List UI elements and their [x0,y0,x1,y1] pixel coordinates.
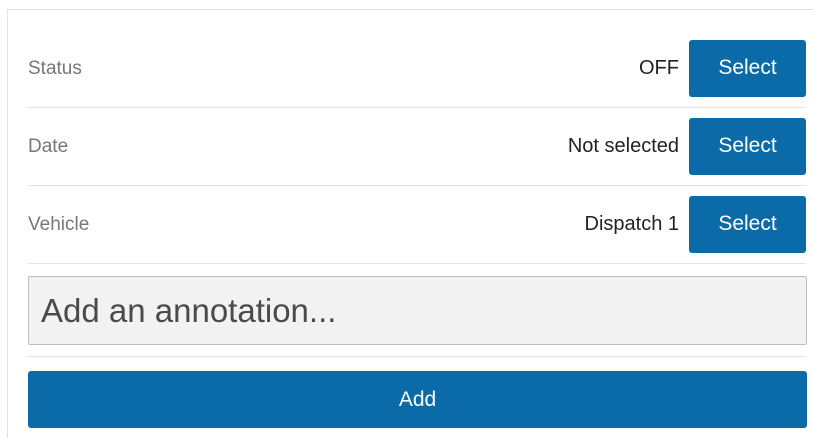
date-value: Not selected [567,135,679,157]
date-label: Date [28,135,69,157]
date-row: Date Not selected Select [28,108,806,186]
annotation-panel: Status OFF Select Date Not selected Sele… [7,9,813,438]
divider [28,356,806,357]
status-label: Status [28,57,82,79]
status-value: OFF [639,57,679,79]
status-row: Status OFF Select [28,30,806,108]
status-select-button[interactable]: Select [689,39,806,97]
vehicle-select-button[interactable]: Select [689,195,806,253]
date-select-button[interactable]: Select [689,117,806,175]
add-button[interactable]: Add [28,371,807,428]
annotation-input[interactable] [28,276,807,345]
vehicle-row: Vehicle Dispatch 1 Select [28,186,806,264]
vehicle-value: Dispatch 1 [584,213,680,235]
vehicle-label: Vehicle [28,213,90,235]
